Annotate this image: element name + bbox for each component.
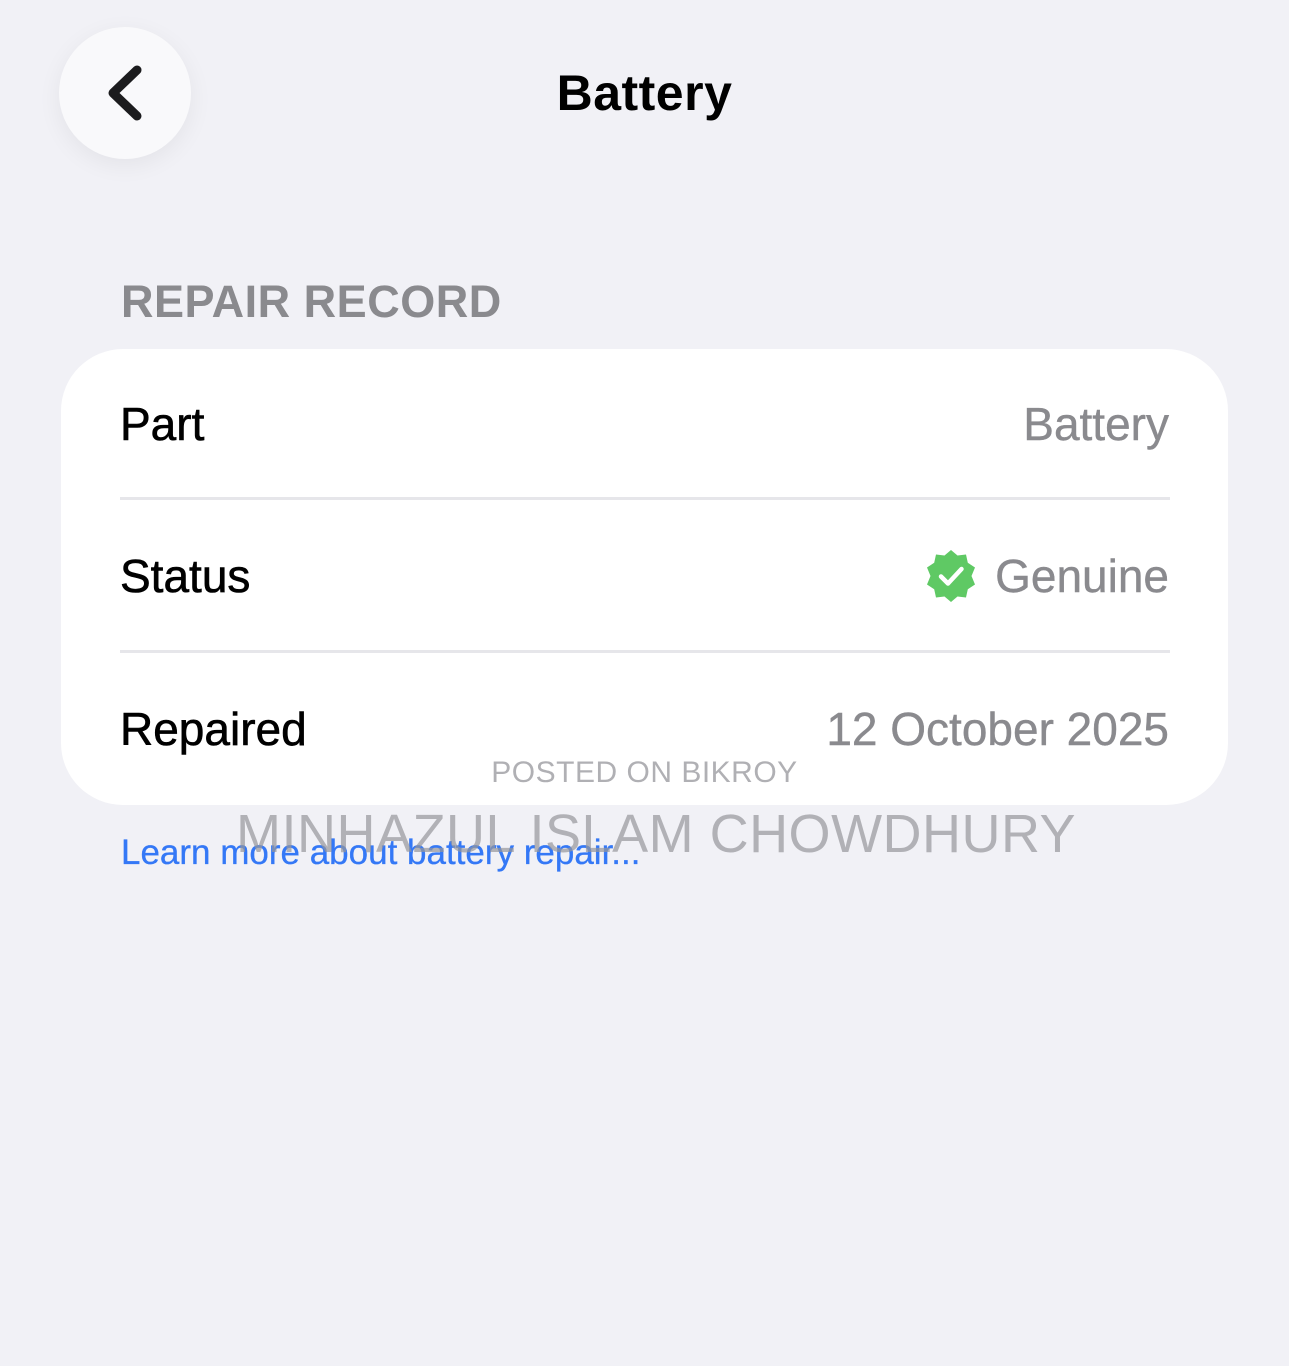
- page-title: Battery: [556, 65, 733, 121]
- row-value: Battery: [1023, 398, 1169, 450]
- watermark-name: MINHAZUL ISLAM CHOWDHURY: [236, 804, 1077, 864]
- row-label: Part: [120, 398, 205, 451]
- verified-check-icon: [927, 550, 976, 602]
- row-value: 12 October 2025: [826, 703, 1169, 755]
- row-label: Status: [120, 550, 251, 603]
- row-status: Status Genuine: [120, 500, 1170, 652]
- status-value: Genuine: [995, 550, 1169, 602]
- watermark-posted: POSTED ON BIKROY: [491, 756, 798, 789]
- row-part: Part Battery: [120, 349, 1170, 499]
- repair-record-card: Part Battery Status Genuine Repaired 12 …: [61, 349, 1228, 805]
- row-label: Repaired: [120, 703, 307, 756]
- navigation-bar: Battery: [0, 0, 1289, 190]
- section-header: REPAIR RECORD: [121, 276, 502, 327]
- row-value-container: Genuine: [923, 548, 1169, 604]
